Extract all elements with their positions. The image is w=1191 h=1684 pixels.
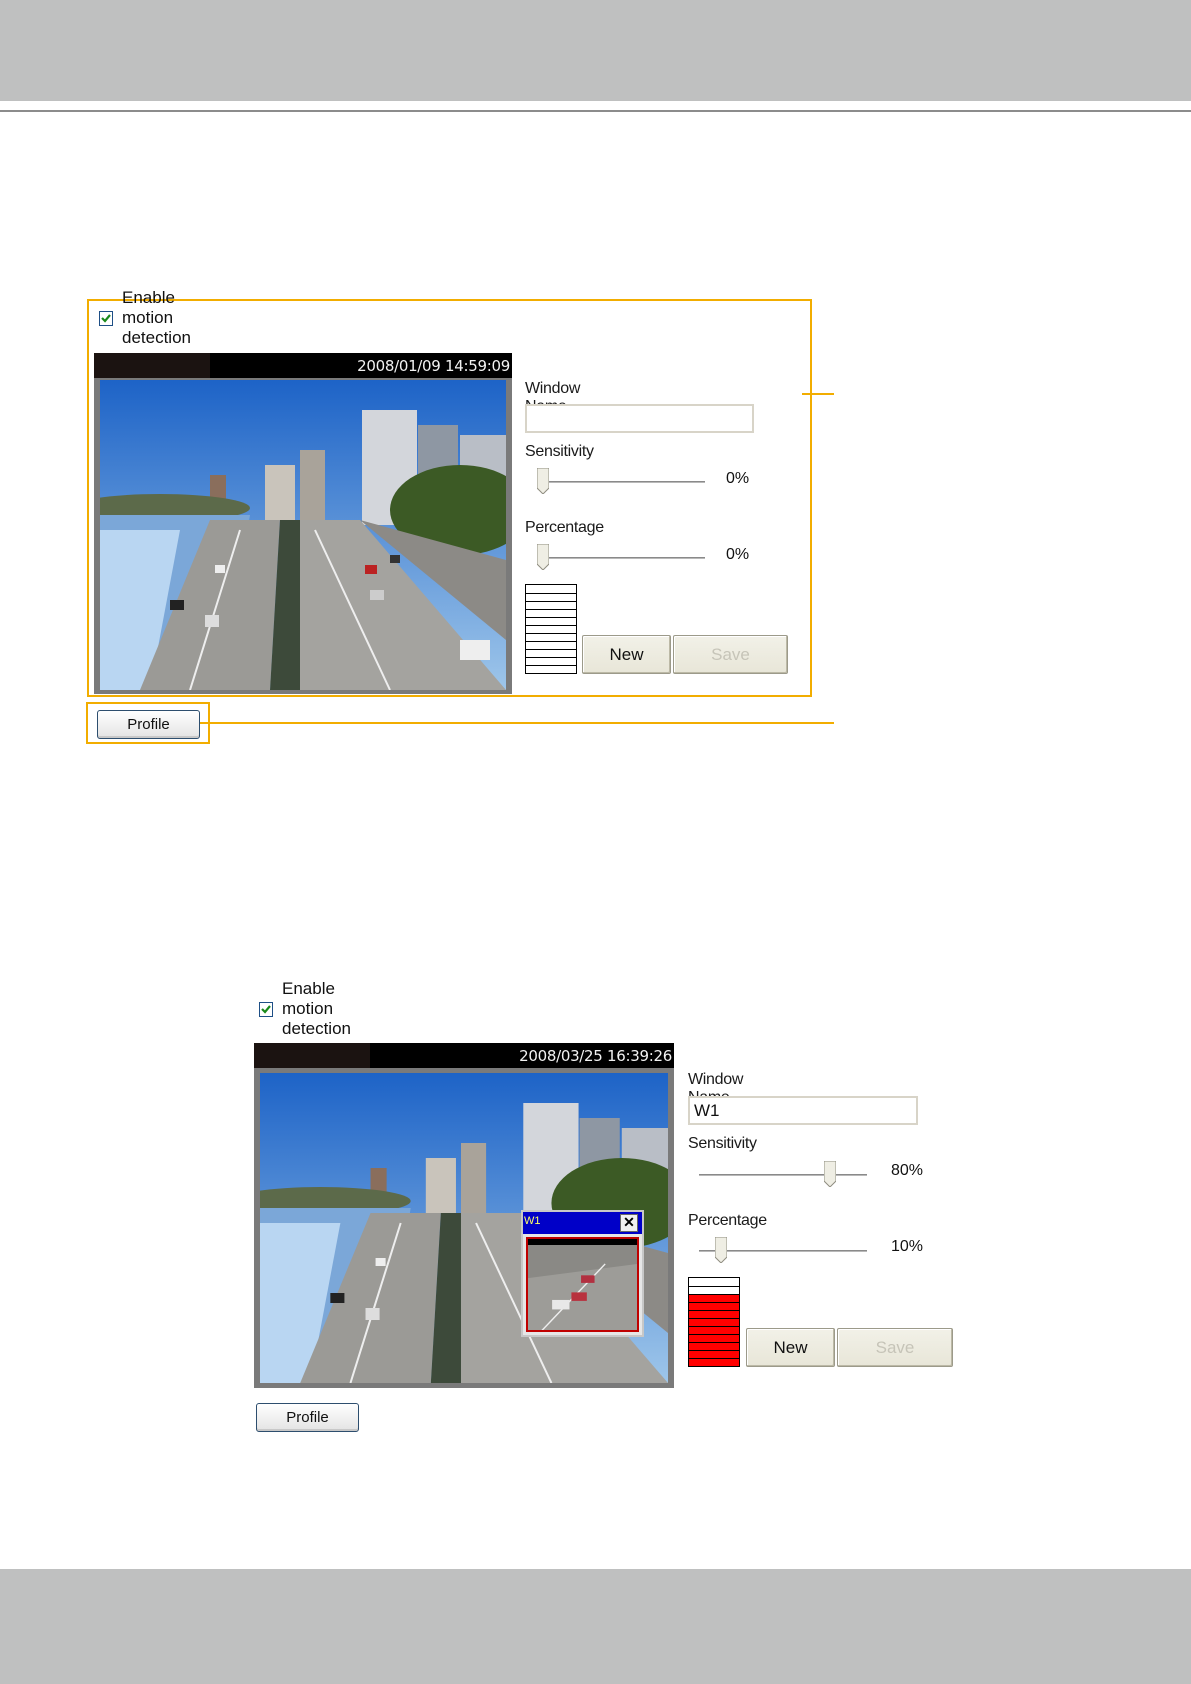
meter-cell [526,625,576,633]
save-button[interactable]: Save [837,1328,953,1367]
save-button[interactable]: Save [673,635,788,674]
meter-cell [526,617,576,625]
motion-window[interactable]: W1 ✕ [521,1210,644,1337]
enable-row: Enable motion detection [259,979,352,1038]
window-name-input[interactable] [688,1096,918,1125]
meter-cell [526,641,576,649]
sensitivity-thumb[interactable] [536,467,550,495]
motion-window-region[interactable] [526,1237,639,1332]
sensitivity-slider[interactable] [699,1160,867,1191]
new-button[interactable]: New [582,635,671,674]
meter-cell [689,1286,739,1294]
meter-cell [689,1310,739,1318]
caption-bar: 2008/03/25 16:39:26 [254,1043,674,1068]
camera-image[interactable] [100,380,506,690]
close-icon[interactable]: ✕ [620,1214,638,1232]
percentage-label: Percentage [525,519,604,536]
enable-row: Enable motion detection [99,288,192,347]
meter-cell [526,585,576,593]
meter-cell [689,1302,739,1310]
meter-cell [526,649,576,657]
meter-cell [689,1350,739,1358]
header-rule [0,110,1191,112]
sensitivity-label: Sensitivity [688,1135,757,1152]
caption-bar: 2008/01/09 14:59:09 [94,353,512,378]
meter-cell [526,593,576,601]
check-icon [101,314,111,323]
meter-cell [689,1294,739,1302]
sensitivity-slider[interactable] [536,467,705,498]
timestamp: 2008/03/25 16:39:26 [519,1047,672,1065]
percentage-slider[interactable] [536,543,705,574]
meter-cell [526,657,576,665]
sensitivity-label: Sensitivity [525,443,594,460]
new-button[interactable]: New [746,1328,835,1367]
sensitivity-value: 0% [726,470,750,487]
motion-level-meter [688,1277,740,1367]
profile-button[interactable]: Profile [256,1403,359,1432]
meter-cell [689,1358,739,1366]
meter-cell [689,1278,739,1286]
motion-level-meter [525,584,577,674]
callout-settings-line [802,393,834,395]
window-name-input[interactable] [525,404,754,433]
timestamp: 2008/01/09 14:59:09 [357,357,510,375]
meter-cell [689,1342,739,1350]
sensitivity-value: 80% [891,1162,924,1179]
motion-window-titlebar[interactable]: W1 ✕ [523,1212,642,1234]
check-icon [261,1005,271,1014]
percentage-thumb[interactable] [536,543,550,571]
live-view: 2008/01/09 14:59:09 [94,353,512,694]
enable-motion-label: Enable motion detection [282,979,351,1038]
meter-cell [689,1334,739,1342]
profile-button[interactable]: Profile [97,710,200,739]
page-footer-band [0,1569,1191,1684]
enable-motion-label: Enable motion detection [122,288,191,347]
meter-cell [526,609,576,617]
percentage-thumb[interactable] [714,1236,728,1264]
percentage-slider[interactable] [699,1236,867,1267]
percentage-value: 10% [891,1238,924,1255]
meter-cell [526,633,576,641]
page-header-band [0,0,1191,101]
enable-motion-checkbox[interactable] [259,1001,273,1017]
meter-cell [689,1318,739,1326]
meter-cell [689,1326,739,1334]
percentage-value: 0% [726,546,750,563]
motion-window-name: W1 [524,1215,541,1227]
meter-cell [526,601,576,609]
callout-profile-line [196,722,834,724]
percentage-label: Percentage [688,1212,767,1229]
sensitivity-thumb[interactable] [823,1160,837,1188]
enable-motion-checkbox[interactable] [99,310,113,326]
meter-cell [526,665,576,673]
